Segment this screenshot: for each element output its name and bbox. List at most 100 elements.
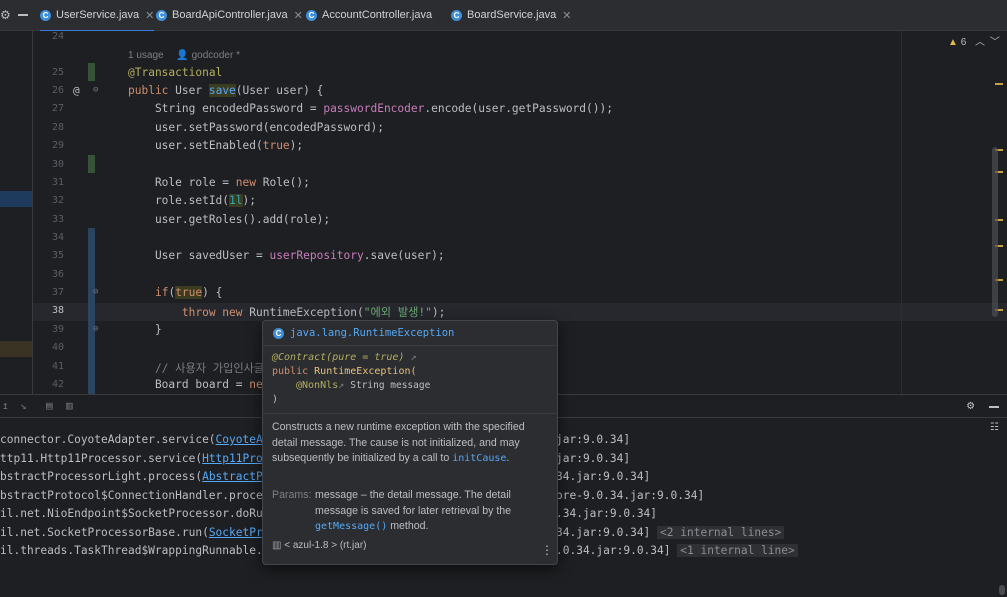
internal-lines-fold[interactable]: <1 internal line>	[677, 544, 798, 557]
close-icon[interactable]: ✕	[294, 9, 303, 22]
code-line-31: Role role = new Role();	[128, 176, 310, 189]
author-name: godcoder *	[191, 50, 240, 61]
console-line-tail: jar:9.0.34]	[556, 433, 631, 446]
change-marker	[88, 63, 95, 81]
editor-scrollbar[interactable]	[992, 147, 998, 317]
line-number: 40	[51, 342, 65, 353]
tab-accountcontroller[interactable]: C AccountController.java	[306, 0, 432, 30]
inlay-usage-hint[interactable]: 1 usage 👤 godcoder *	[128, 50, 240, 61]
more-options-icon[interactable]: ⋮	[541, 543, 553, 557]
quick-documentation-popup[interactable]: C java.lang.RuntimeException @Contract(p…	[262, 320, 558, 565]
console-line: bstractProtocol$ConnectionHandler.proces…	[0, 489, 283, 502]
class-icon: C	[451, 9, 462, 21]
line-number: 24	[51, 31, 65, 42]
line-number: 39	[51, 324, 65, 335]
line-number: 37	[51, 287, 65, 298]
clear-icon[interactable]: ▥	[66, 399, 73, 412]
selected-row-marker	[0, 191, 33, 207]
params-text-end: method.	[390, 520, 429, 532]
code-line-32: role.setId(1l);	[128, 194, 257, 207]
param-annotation[interactable]: @NonNls	[296, 380, 338, 391]
close-icon[interactable]: ✕	[145, 9, 154, 22]
tab-label: AccountController.java	[322, 9, 433, 21]
change-marker	[88, 155, 95, 173]
code-line-41: // 사용자 가입인사글	[128, 362, 265, 375]
doc-description: Constructs a new runtime exception with …	[272, 421, 525, 464]
close-icon[interactable]: ✕	[562, 9, 571, 22]
console-line: il.net.NioEndpoint$SocketProcessor.doRun…	[0, 507, 277, 520]
sig-method-name: RuntimeException(	[314, 366, 417, 377]
layout-icon[interactable]: ☷	[990, 422, 999, 433]
gear-icon[interactable]: ⚙	[967, 398, 974, 412]
class-icon: C	[306, 9, 317, 21]
tab-label: BoardService.java	[467, 9, 557, 21]
line-number: 32	[51, 195, 65, 206]
tab-label: UserService.java	[56, 9, 140, 21]
error-stripe[interactable]	[991, 31, 1007, 394]
warning-count: 6	[960, 37, 967, 48]
fold-icon[interactable]: ⊖	[93, 324, 98, 334]
tab-boardapicontroller[interactable]: C BoardApiController.java ✕	[156, 0, 303, 30]
minimize-icon[interactable]	[989, 406, 999, 408]
project-panel-edge	[0, 31, 33, 394]
scroll-up-icon[interactable]: ↥	[2, 399, 9, 412]
line-number: 28	[51, 122, 65, 133]
code-line-25: @Transactional	[128, 66, 223, 79]
sig-modifier: public	[272, 366, 309, 377]
console-line-tail: .34.jar:9.0.34]	[556, 507, 658, 520]
console-line-tail: .0.34.jar:9.0.34] <1 internal line>	[556, 544, 798, 557]
chevron-up-icon[interactable]: ︿	[975, 37, 985, 48]
external-link-icon[interactable]: ↗	[410, 352, 416, 363]
code-line-37: if(true) {	[154, 286, 223, 299]
console-scrollbar[interactable]	[999, 585, 1005, 595]
editor-tab-bar: ⚙ C UserService.java ✕ C BoardApiControl…	[0, 0, 1007, 32]
contract-annotation[interactable]: @Contract(pure = true)	[272, 352, 404, 363]
tab-userservice[interactable]: C UserService.java ✕	[40, 0, 155, 32]
console-line-tail: 34.jar:9.0.34]	[556, 470, 651, 483]
class-icon: C	[40, 9, 51, 21]
class-icon: C	[156, 9, 167, 21]
line-number: 42	[51, 379, 65, 390]
tab-label: BoardApiController.java	[172, 9, 288, 21]
line-number: 33	[51, 214, 65, 225]
line-number: 27	[51, 103, 65, 114]
fold-icon[interactable]: ⊖	[93, 85, 98, 95]
warning-icon: ▲	[948, 37, 958, 48]
fold-icon[interactable]: ⊖	[93, 287, 98, 297]
internal-lines-fold[interactable]: <2 internal lines>	[657, 526, 785, 539]
source-link[interactable]: SocketPro	[209, 526, 270, 539]
getmessage-link[interactable]: getMessage()	[315, 521, 387, 532]
code-line-27: String encodedPassword = passwordEncoder…	[128, 102, 613, 115]
console-line: connector.CoyoteAdapter.service(CoyoteAd	[0, 433, 270, 446]
console-line-tail: jar:9.0.34]	[556, 452, 631, 465]
sig-param: String message	[350, 380, 431, 391]
line-number: 34	[51, 232, 65, 243]
doc-class-name[interactable]: java.lang.RuntimeException	[290, 327, 454, 339]
doc-signature: @Contract(pure = true) ↗ public RuntimeE…	[272, 351, 552, 407]
highlight-row-marker	[0, 341, 33, 357]
code-line-33: user.getRoles().add(role);	[128, 213, 331, 226]
sig-close: )	[272, 394, 279, 405]
doc-divider	[263, 413, 557, 414]
console-line: il.threads.TaskThread$WrappingRunnable.r	[0, 544, 270, 557]
minimize-icon[interactable]	[18, 14, 28, 16]
library-icon: ▥	[272, 540, 282, 551]
initcause-link[interactable]: initCause	[452, 453, 506, 464]
usage-count[interactable]: 1 usage	[128, 50, 164, 61]
console-line-tail: 34.jar:9.0.34] <2 internal lines>	[556, 526, 785, 539]
class-icon: C	[273, 327, 284, 339]
override-gutter-icon[interactable]: @	[73, 84, 80, 97]
user-icon: 👤	[176, 50, 189, 61]
code-line-38: throw new RuntimeException("에외 발생!");	[181, 306, 446, 319]
gear-icon[interactable]: ⚙	[0, 8, 11, 22]
library-name: < azul-1.8 > (rt.jar)	[284, 540, 367, 551]
external-link-icon[interactable]: ↗	[338, 380, 344, 391]
scroll-end-icon[interactable]: ↘	[20, 399, 27, 412]
tab-boardservice[interactable]: C BoardService.java ✕	[451, 0, 572, 30]
line-number: 30	[51, 159, 65, 170]
code-line-39: }	[128, 323, 162, 336]
code-line-42: Board board = ne	[128, 378, 263, 391]
stripe-mark[interactable]	[995, 83, 1003, 85]
print-icon[interactable]: ▤	[46, 399, 53, 412]
params-text: message – the detail message. The detail…	[315, 489, 512, 517]
